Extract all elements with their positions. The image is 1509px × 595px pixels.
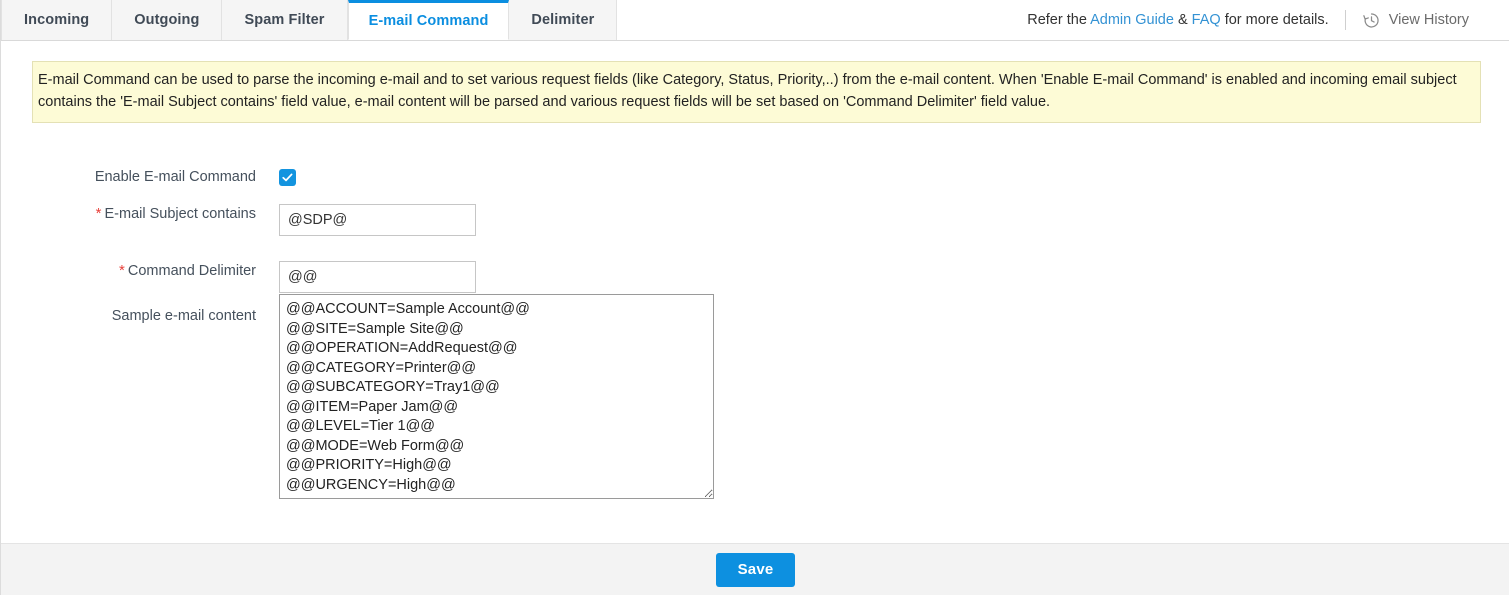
enable-command-control xyxy=(256,168,296,186)
history-clock-icon xyxy=(1362,11,1381,30)
refer-amp: & xyxy=(1173,12,1192,28)
save-button[interactable]: Save xyxy=(715,552,796,587)
admin-guide-link[interactable]: Admin Guide xyxy=(1090,12,1174,28)
subject-contains-control xyxy=(256,204,476,236)
enable-command-label: Enable E-mail Command xyxy=(94,168,256,185)
sample-content-textarea[interactable] xyxy=(279,294,714,499)
header-right-actions: Refer the Admin Guide & FAQ for more det… xyxy=(1027,0,1509,40)
settings-tab-bar: Incoming Outgoing Spam Filter E-mail Com… xyxy=(1,0,1509,41)
info-banner: E-mail Command can be used to parse the … xyxy=(32,61,1481,123)
tab-spam-filter[interactable]: Spam Filter xyxy=(222,0,348,40)
required-asterisk: * xyxy=(119,262,125,279)
field-row-command-delimiter: * Command Delimiter xyxy=(1,261,1509,294)
view-history-label: View History xyxy=(1388,12,1469,28)
tab-list: Incoming Outgoing Spam Filter E-mail Com… xyxy=(1,0,618,40)
field-row-enable-command: Enable E-mail Command xyxy=(1,149,1509,204)
sample-content-control xyxy=(256,294,714,502)
view-history-button[interactable]: View History xyxy=(1362,11,1469,30)
email-command-settings-page: Incoming Outgoing Spam Filter E-mail Com… xyxy=(0,0,1509,595)
enable-command-checkbox[interactable] xyxy=(279,168,296,186)
subject-contains-label-text: E-mail Subject contains xyxy=(104,206,256,222)
checkmark-icon xyxy=(281,171,294,184)
required-asterisk: * xyxy=(95,205,102,222)
settings-content: E-mail Command can be used to parse the … xyxy=(1,41,1509,595)
tab-email-command[interactable]: E-mail Command xyxy=(347,0,510,40)
header-divider xyxy=(1344,10,1346,30)
tab-outgoing[interactable]: Outgoing xyxy=(112,0,223,40)
form-footer: Save xyxy=(1,543,1509,595)
command-delimiter-control xyxy=(256,261,476,293)
command-delimiter-label: * Command Delimiter xyxy=(1,261,256,281)
faq-link[interactable]: FAQ xyxy=(1192,12,1221,28)
refer-prefix: Refer the xyxy=(1027,12,1091,28)
refer-help-text: Refer the Admin Guide & FAQ for more det… xyxy=(1027,12,1328,28)
field-row-subject-contains: * E-mail Subject contains xyxy=(1,204,1509,261)
refer-suffix: for more details. xyxy=(1220,12,1329,28)
sample-content-label: Sample e-mail content xyxy=(111,308,256,324)
command-delimiter-input[interactable] xyxy=(279,261,476,293)
subject-contains-label: * E-mail Subject contains xyxy=(1,204,256,224)
field-row-sample-content: Sample e-mail content xyxy=(1,294,1509,502)
email-command-form: Enable E-mail Command * E-mail Subject co… xyxy=(1,149,1509,502)
command-delimiter-label-text: Command Delimiter xyxy=(127,263,256,279)
subject-contains-input[interactable] xyxy=(279,204,476,236)
tab-delimiter[interactable]: Delimiter xyxy=(509,0,618,40)
tab-incoming[interactable]: Incoming xyxy=(1,0,113,40)
